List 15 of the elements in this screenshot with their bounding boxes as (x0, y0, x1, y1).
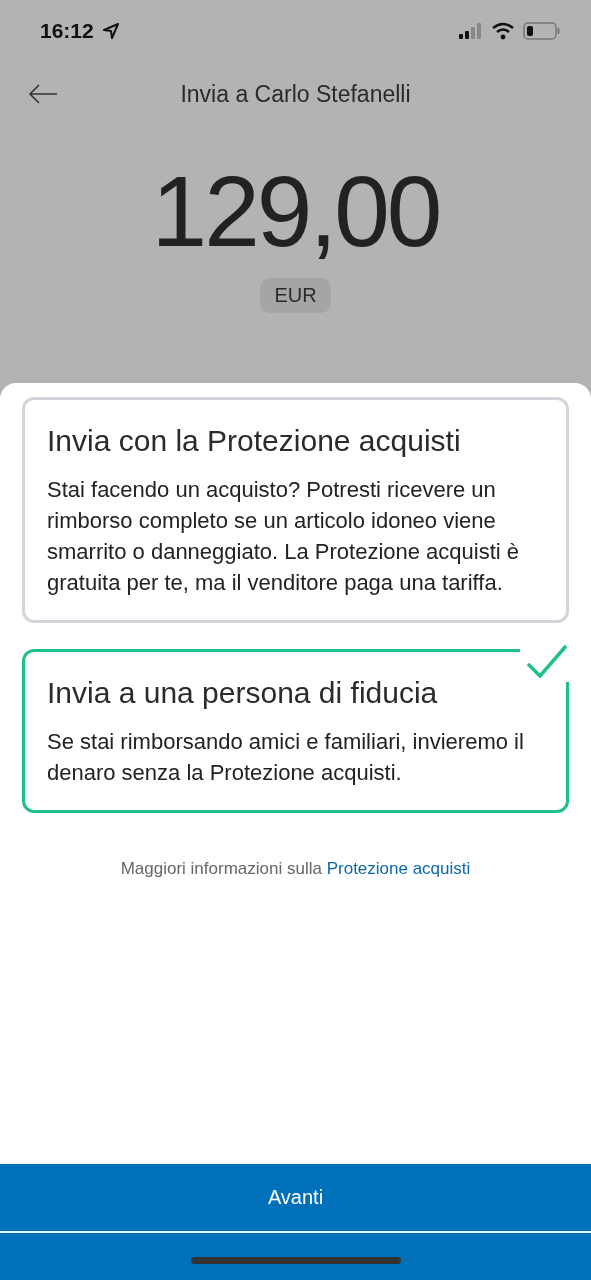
wifi-icon (491, 22, 515, 40)
option-card[interactable] (22, 397, 569, 623)
option-description: Stai facendo un acquisto? Potresti ricevere un rimborso completo se un articolo idoneo viene smarrito o danneggiato. La Protezione acquisti è gratuita per te, ma il venditore paga una tariffa. (47, 476, 521, 597)
protection-link[interactable]: Protezione acquisti (326, 859, 471, 878)
option-title: Invia a una persona di fiducia (47, 676, 439, 710)
info-text: Maggiori informazioni sulla Protezione acquisti (119, 859, 472, 879)
screen-title: Invia a Carlo Stefanelli (180, 80, 411, 108)
status-time: 16:12 (40, 19, 94, 43)
option-description: Se stai rimborsando amici e familiari, invieremo il denaro senza la Protezione acquisti. (47, 728, 525, 787)
signal-icon (459, 23, 483, 39)
battery-icon (523, 22, 561, 40)
amount: 129,00 (150, 156, 441, 266)
option-title: Invia con la Protezione acquisti (47, 424, 462, 458)
currency-chip: EUR (260, 278, 331, 313)
location-arrow-icon (101, 22, 120, 40)
